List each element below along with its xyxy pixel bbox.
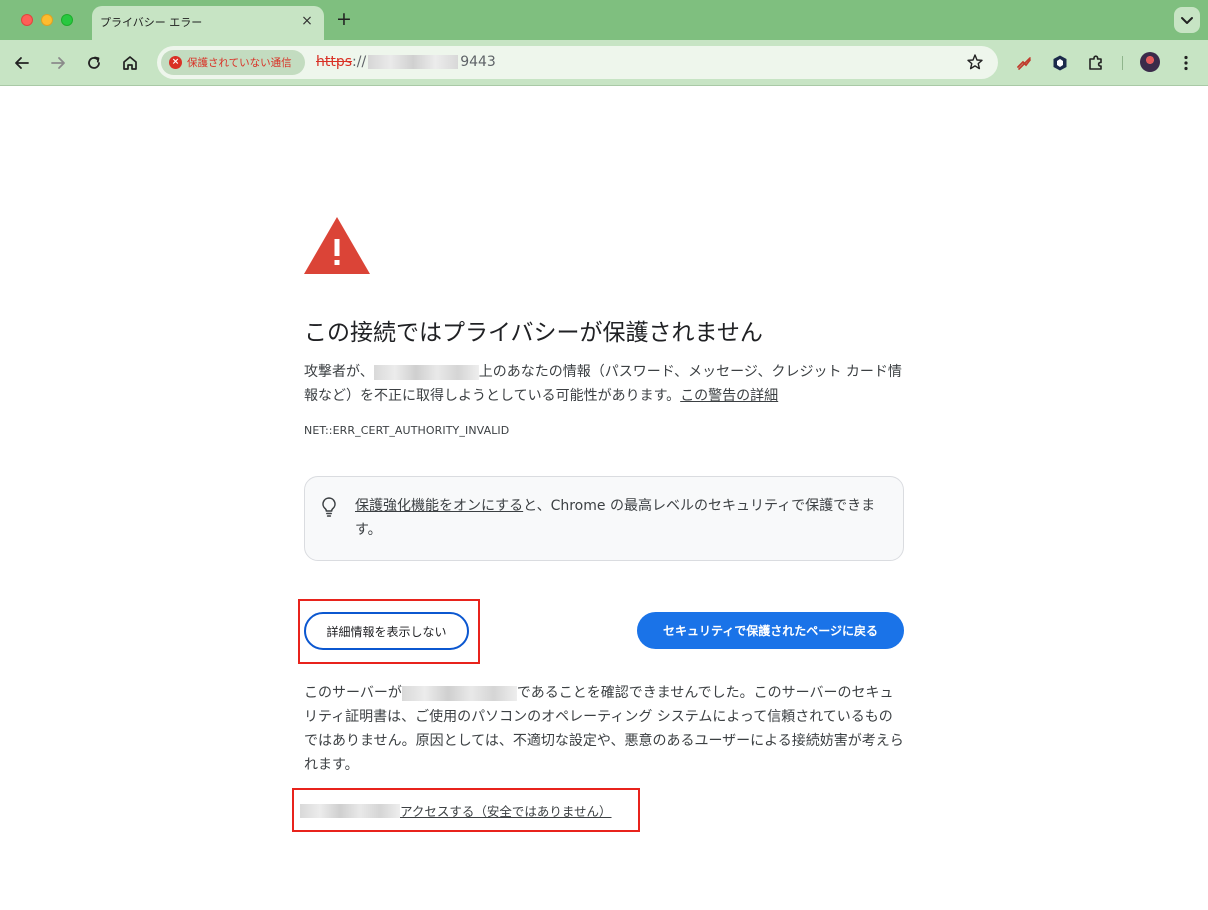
new-tab-button[interactable]: + xyxy=(334,9,354,29)
hexagon-shield-icon xyxy=(1053,55,1067,71)
home-icon xyxy=(123,56,137,70)
profile-avatar[interactable] xyxy=(1140,52,1160,72)
proceed-unsafe-link[interactable]: アクセスする（安全ではありません） xyxy=(400,801,612,820)
error-code: NET::ERR_CERT_AUTHORITY_INVALID xyxy=(304,424,510,437)
address-bar[interactable]: × 保護されていない通信 https :// 9443 xyxy=(157,46,998,79)
active-tab[interactable]: プライバシー エラー × xyxy=(92,6,324,40)
home-button[interactable] xyxy=(118,51,142,75)
hide-details-button[interactable]: 詳細情報を表示しない xyxy=(304,612,469,650)
browser-toolbar: × 保護されていない通信 https :// 9443 xyxy=(0,40,1208,86)
explanation-prefix: このサーバーが xyxy=(304,685,402,701)
puzzle-icon xyxy=(1089,55,1102,70)
enhanced-protection-tip: 保護強化機能をオンにすると、Chrome の最高レベルのセキュリティで保護できま… xyxy=(304,476,904,561)
extensions-button[interactable] xyxy=(1084,51,1108,75)
url-separator: :// xyxy=(352,54,367,70)
security-chip-label: 保護されていない通信 xyxy=(187,57,292,69)
toolbar-divider xyxy=(1122,56,1123,70)
enable-enhanced-protection-link[interactable]: 保護強化機能をオンにする xyxy=(355,498,523,514)
url-port: 9443 xyxy=(460,54,496,70)
tip-text: 保護強化機能をオンにすると、Chrome の最高レベルのセキュリティで保護できま… xyxy=(355,494,895,542)
url-host-redacted xyxy=(368,55,459,69)
certificate-explanation: このサーバーが であることを確認できませんでした。このサーバーのセキュリティ証明書… xyxy=(304,681,904,777)
hostname-redacted xyxy=(373,364,479,380)
reload-icon xyxy=(88,56,100,69)
zoom-window-button[interactable] xyxy=(61,14,73,26)
forward-button[interactable] xyxy=(46,51,70,75)
warning-icon xyxy=(304,217,370,274)
arrow-right-icon xyxy=(51,57,65,69)
tab-close-icon[interactable]: × xyxy=(298,12,316,30)
bookmark-star-icon[interactable] xyxy=(966,53,984,71)
back-button[interactable] xyxy=(10,51,34,75)
hostname-redacted xyxy=(401,685,517,701)
tab-strip: プライバシー エラー × + xyxy=(0,0,1208,40)
reload-button[interactable] xyxy=(82,51,106,75)
menu-button[interactable] xyxy=(1174,51,1198,75)
tab-title: プライバシー エラー xyxy=(100,16,203,29)
learn-more-link[interactable]: この警告の詳細 xyxy=(680,388,778,404)
description-prefix: 攻撃者が、 xyxy=(304,364,374,380)
url-scheme: https xyxy=(316,54,353,70)
extension-1-button[interactable] xyxy=(1012,51,1036,75)
hostname-redacted xyxy=(300,803,400,818)
security-chip[interactable]: × 保護されていない通信 xyxy=(161,50,305,75)
tab-search-button[interactable] xyxy=(1174,7,1200,33)
back-to-safety-button[interactable]: セキュリティで保護されたページに戻る xyxy=(637,612,904,649)
warning-description: 攻撃者が、 上のあなたの情報（パスワード、メッセージ、クレジット カード情報など）… xyxy=(304,360,904,408)
chevron-down-icon xyxy=(1181,17,1193,24)
arrow-left-icon xyxy=(15,57,29,69)
more-vertical-icon xyxy=(1184,55,1188,71)
error-icon: × xyxy=(169,56,182,69)
tracking-off-icon xyxy=(1017,57,1031,70)
url-text[interactable]: https :// 9443 xyxy=(316,54,496,70)
page-title: この接続ではプライバシーが保護されません xyxy=(304,320,763,346)
close-window-button[interactable] xyxy=(21,14,33,26)
lightbulb-icon xyxy=(322,497,336,517)
minimize-window-button[interactable] xyxy=(41,14,53,26)
proceed-link[interactable]: アクセスする（安全ではありません） xyxy=(300,801,612,820)
extension-2-button[interactable] xyxy=(1048,51,1072,75)
